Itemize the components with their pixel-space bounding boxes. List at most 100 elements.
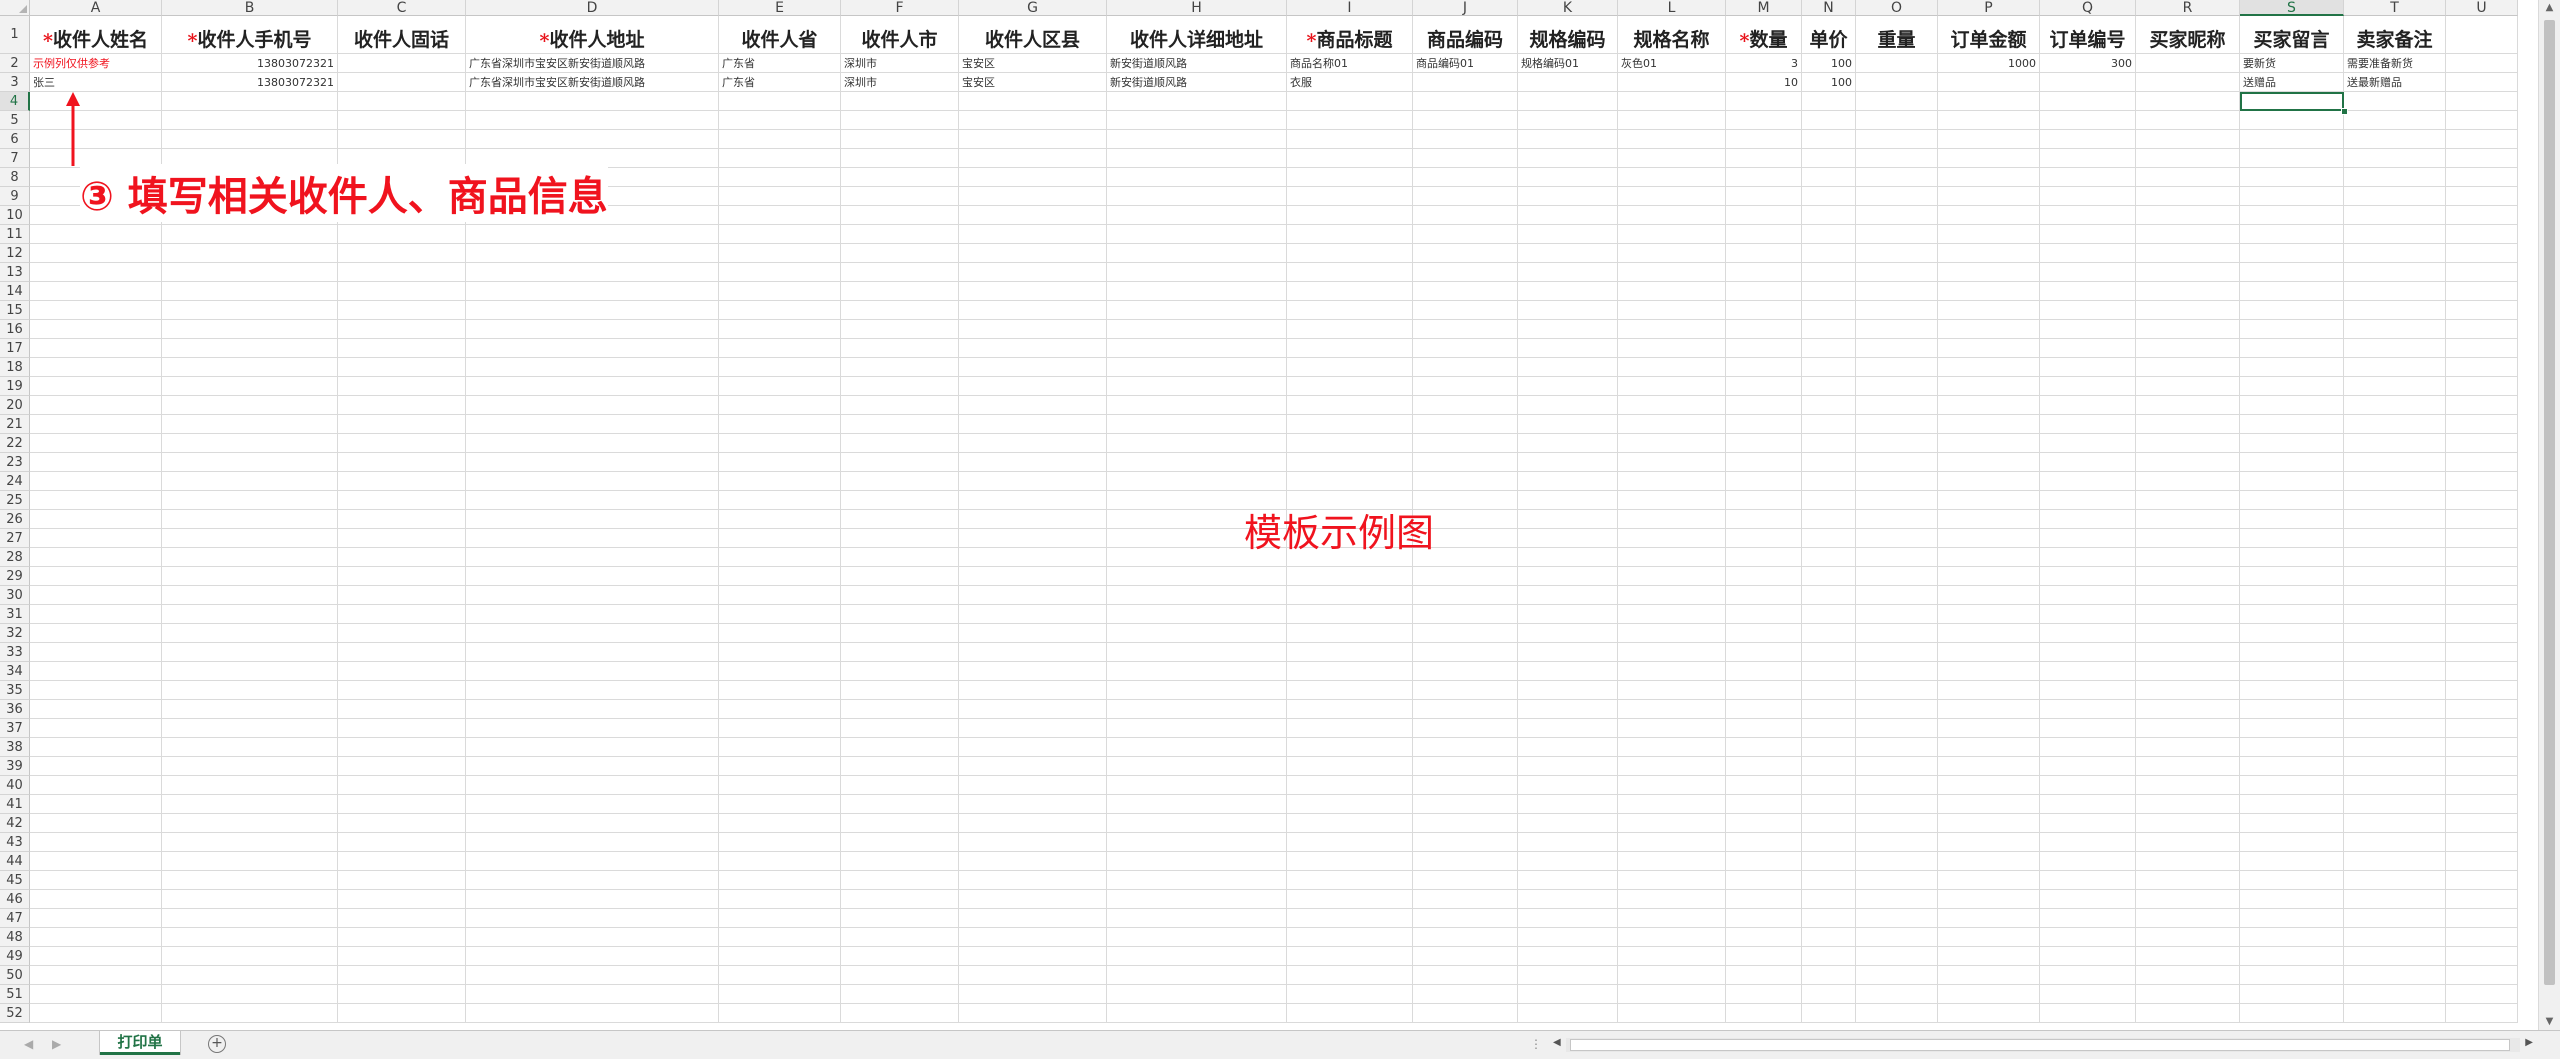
cell-c40[interactable] bbox=[338, 776, 466, 795]
cell-j19[interactable] bbox=[1413, 377, 1518, 396]
cell-f27[interactable] bbox=[841, 529, 959, 548]
cell-b29[interactable] bbox=[162, 567, 338, 586]
cell-g29[interactable] bbox=[959, 567, 1107, 586]
cell-a20[interactable] bbox=[30, 396, 162, 415]
cell-e34[interactable] bbox=[719, 662, 841, 681]
cell-m37[interactable] bbox=[1726, 719, 1802, 738]
vertical-scroll-thumb[interactable] bbox=[2544, 20, 2555, 985]
cell-r6[interactable] bbox=[2136, 130, 2240, 149]
cell-q15[interactable] bbox=[2040, 301, 2136, 320]
cell-a3[interactable]: 张三 bbox=[30, 73, 162, 92]
cell-l13[interactable] bbox=[1618, 263, 1726, 282]
cell-q25[interactable] bbox=[2040, 491, 2136, 510]
cell-a51[interactable] bbox=[30, 985, 162, 1004]
cell-t34[interactable] bbox=[2344, 662, 2446, 681]
cell-j22[interactable] bbox=[1413, 434, 1518, 453]
cell-f30[interactable] bbox=[841, 586, 959, 605]
cell-l9[interactable] bbox=[1618, 187, 1726, 206]
cell-k17[interactable] bbox=[1518, 339, 1618, 358]
cell-r33[interactable] bbox=[2136, 643, 2240, 662]
cell-q8[interactable] bbox=[2040, 168, 2136, 187]
cell-i15[interactable] bbox=[1287, 301, 1413, 320]
cell-u38[interactable] bbox=[2446, 738, 2518, 757]
cell-k50[interactable] bbox=[1518, 966, 1618, 985]
cell-e10[interactable] bbox=[719, 206, 841, 225]
cell-t16[interactable] bbox=[2344, 320, 2446, 339]
cell-g22[interactable] bbox=[959, 434, 1107, 453]
cell-r31[interactable] bbox=[2136, 605, 2240, 624]
cell-e22[interactable] bbox=[719, 434, 841, 453]
cell-f47[interactable] bbox=[841, 909, 959, 928]
cell-e33[interactable] bbox=[719, 643, 841, 662]
cell-t52[interactable] bbox=[2344, 1004, 2446, 1023]
cell-f19[interactable] bbox=[841, 377, 959, 396]
cell-b27[interactable] bbox=[162, 529, 338, 548]
cell-q44[interactable] bbox=[2040, 852, 2136, 871]
cell-n20[interactable] bbox=[1802, 396, 1856, 415]
cell-f12[interactable] bbox=[841, 244, 959, 263]
cell-a1[interactable]: * 收件人姓名 bbox=[30, 16, 162, 54]
cell-i37[interactable] bbox=[1287, 719, 1413, 738]
cell-m17[interactable] bbox=[1726, 339, 1802, 358]
cell-h20[interactable] bbox=[1107, 396, 1287, 415]
cell-h16[interactable] bbox=[1107, 320, 1287, 339]
cell-a41[interactable] bbox=[30, 795, 162, 814]
cell-o27[interactable] bbox=[1856, 529, 1938, 548]
row-header-23[interactable]: 23 bbox=[0, 453, 30, 472]
cell-p43[interactable] bbox=[1938, 833, 2040, 852]
cell-s2[interactable]: 要新货 bbox=[2240, 54, 2344, 73]
cell-c26[interactable] bbox=[338, 510, 466, 529]
cell-p16[interactable] bbox=[1938, 320, 2040, 339]
cell-i4[interactable] bbox=[1287, 92, 1413, 111]
cell-r17[interactable] bbox=[2136, 339, 2240, 358]
cell-c37[interactable] bbox=[338, 719, 466, 738]
cell-l50[interactable] bbox=[1618, 966, 1726, 985]
cell-l6[interactable] bbox=[1618, 130, 1726, 149]
cell-a47[interactable] bbox=[30, 909, 162, 928]
cell-m9[interactable] bbox=[1726, 187, 1802, 206]
cell-u9[interactable] bbox=[2446, 187, 2518, 206]
cell-f49[interactable] bbox=[841, 947, 959, 966]
cell-n7[interactable] bbox=[1802, 149, 1856, 168]
cell-k12[interactable] bbox=[1518, 244, 1618, 263]
cell-m5[interactable] bbox=[1726, 111, 1802, 130]
row-header-9[interactable]: 9 bbox=[0, 187, 30, 206]
cell-k33[interactable] bbox=[1518, 643, 1618, 662]
cell-b50[interactable] bbox=[162, 966, 338, 985]
cell-g4[interactable] bbox=[959, 92, 1107, 111]
cell-r13[interactable] bbox=[2136, 263, 2240, 282]
cell-t44[interactable] bbox=[2344, 852, 2446, 871]
cell-q14[interactable] bbox=[2040, 282, 2136, 301]
cell-p42[interactable] bbox=[1938, 814, 2040, 833]
cell-q31[interactable] bbox=[2040, 605, 2136, 624]
cell-n33[interactable] bbox=[1802, 643, 1856, 662]
cell-u24[interactable] bbox=[2446, 472, 2518, 491]
cell-r50[interactable] bbox=[2136, 966, 2240, 985]
cell-n32[interactable] bbox=[1802, 624, 1856, 643]
cell-q18[interactable] bbox=[2040, 358, 2136, 377]
cell-l1[interactable]: 规格名称 bbox=[1618, 16, 1726, 54]
cell-f23[interactable] bbox=[841, 453, 959, 472]
cell-j21[interactable] bbox=[1413, 415, 1518, 434]
horizontal-scrollbar[interactable]: ◀ ▶ bbox=[1550, 1035, 2536, 1055]
cell-q17[interactable] bbox=[2040, 339, 2136, 358]
cell-i22[interactable] bbox=[1287, 434, 1413, 453]
cell-e44[interactable] bbox=[719, 852, 841, 871]
cell-h6[interactable] bbox=[1107, 130, 1287, 149]
cell-t48[interactable] bbox=[2344, 928, 2446, 947]
cell-u27[interactable] bbox=[2446, 529, 2518, 548]
cell-s35[interactable] bbox=[2240, 681, 2344, 700]
cell-d3[interactable]: 广东省深圳市宝安区新安街道顺风路 bbox=[466, 73, 719, 92]
cell-k45[interactable] bbox=[1518, 871, 1618, 890]
cell-s5[interactable] bbox=[2240, 111, 2344, 130]
cell-f41[interactable] bbox=[841, 795, 959, 814]
cell-g23[interactable] bbox=[959, 453, 1107, 472]
cell-s36[interactable] bbox=[2240, 700, 2344, 719]
cell-d38[interactable] bbox=[466, 738, 719, 757]
cell-b38[interactable] bbox=[162, 738, 338, 757]
cell-s32[interactable] bbox=[2240, 624, 2344, 643]
cell-o48[interactable] bbox=[1856, 928, 1938, 947]
cell-j29[interactable] bbox=[1413, 567, 1518, 586]
cell-n9[interactable] bbox=[1802, 187, 1856, 206]
cell-o1[interactable]: 重量 bbox=[1856, 16, 1938, 54]
